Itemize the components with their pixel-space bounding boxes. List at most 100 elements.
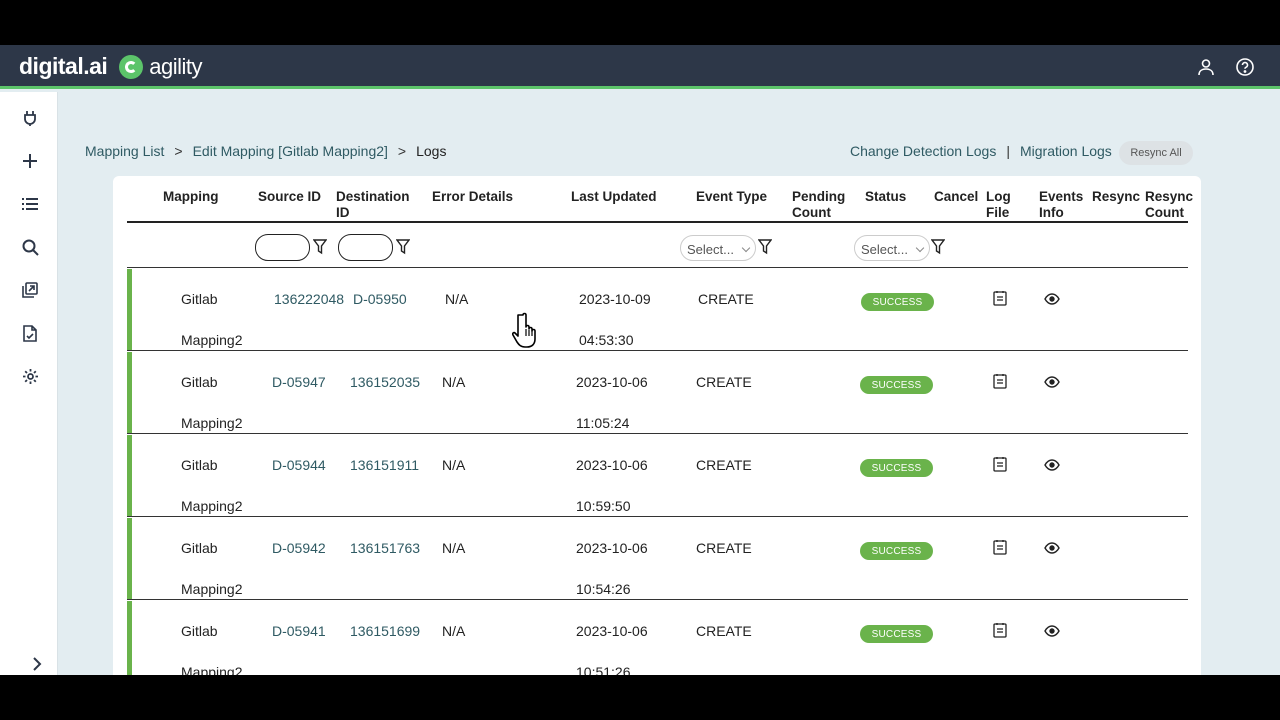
col-mapping[interactable]: Mapping bbox=[163, 189, 219, 205]
col-error-details[interactable]: Error Details bbox=[432, 189, 513, 205]
cell-source-id-link[interactable]: D-05944 bbox=[272, 457, 326, 473]
status-badge: SUCCESS bbox=[860, 376, 933, 394]
cell-source-id-link[interactable]: D-05942 bbox=[272, 540, 326, 556]
cell-source-id-link[interactable]: D-05947 bbox=[272, 374, 326, 390]
plus-icon[interactable] bbox=[19, 150, 41, 172]
cell-last-updated-time: 10:51:26 bbox=[576, 664, 631, 675]
status-select-value: Select... bbox=[861, 242, 908, 257]
search-icon[interactable] bbox=[19, 236, 41, 258]
source-id-filter-input[interactable] bbox=[255, 234, 310, 261]
destination-id-filter-input[interactable] bbox=[338, 234, 393, 261]
status-badge: SUCCESS bbox=[861, 293, 934, 311]
report-icon[interactable] bbox=[19, 322, 41, 344]
gear-icon[interactable] bbox=[19, 365, 41, 387]
row-divider bbox=[127, 350, 1188, 351]
cell-destination-id-link[interactable]: D-05950 bbox=[353, 291, 407, 307]
log-file-icon[interactable] bbox=[993, 456, 1009, 472]
app-window: digital.ai agility Mapping List > Edit M… bbox=[0, 45, 1280, 675]
event-type-select[interactable]: Select... bbox=[680, 235, 756, 261]
cell-event-type: CREATE bbox=[696, 540, 752, 556]
user-icon[interactable] bbox=[1196, 57, 1216, 77]
row-status-bar bbox=[127, 518, 132, 600]
cell-destination-id-link[interactable]: 136151911 bbox=[350, 457, 419, 473]
eye-icon[interactable] bbox=[1044, 624, 1060, 640]
cell-error-details: N/A bbox=[442, 540, 466, 556]
col-event-type[interactable]: Event Type bbox=[696, 189, 767, 205]
log-file-icon[interactable] bbox=[993, 539, 1009, 555]
status-select[interactable]: Select... bbox=[854, 235, 930, 261]
cell-mapping: Gitlab bbox=[181, 457, 218, 473]
filter-icon[interactable] bbox=[757, 239, 773, 255]
cell-destination-id-link[interactable]: 136152035 bbox=[350, 374, 420, 390]
cell-last-updated-time: 04:53:30 bbox=[579, 332, 634, 348]
cell-mapping: Mapping2 bbox=[181, 332, 243, 348]
cell-last-updated-date: 2023-10-06 bbox=[576, 623, 648, 639]
col-events-info[interactable]: Events Info bbox=[1039, 189, 1083, 221]
filter-icon[interactable] bbox=[395, 239, 411, 255]
row-divider bbox=[127, 599, 1188, 600]
col-cancel[interactable]: Cancel bbox=[934, 189, 978, 205]
filter-icon[interactable] bbox=[930, 239, 946, 255]
status-badge: SUCCESS bbox=[860, 542, 933, 560]
migrate-icon[interactable] bbox=[19, 279, 41, 301]
status-badge: SUCCESS bbox=[860, 459, 933, 477]
eye-icon[interactable] bbox=[1044, 541, 1060, 557]
status-badge: SUCCESS bbox=[860, 625, 933, 643]
log-file-icon[interactable] bbox=[993, 373, 1009, 389]
chevron-down-icon bbox=[741, 243, 751, 253]
cell-error-details: N/A bbox=[442, 457, 466, 473]
hand-cursor-icon bbox=[511, 311, 546, 349]
cell-mapping: Gitlab bbox=[181, 540, 218, 556]
cell-mapping: Gitlab bbox=[181, 374, 218, 390]
breadcrumb-edit-mapping[interactable]: Edit Mapping [Gitlab Mapping2] bbox=[193, 143, 388, 159]
plug-icon[interactable] bbox=[19, 107, 41, 129]
eye-icon[interactable] bbox=[1044, 458, 1060, 474]
cell-mapping: Mapping2 bbox=[181, 581, 243, 597]
col-source-id[interactable]: Source ID bbox=[258, 189, 321, 205]
col-resync[interactable]: Resync bbox=[1092, 189, 1140, 205]
event-type-select-value: Select... bbox=[687, 242, 734, 257]
help-icon[interactable] bbox=[1235, 57, 1255, 77]
breadcrumb-separator: > bbox=[174, 143, 183, 159]
cell-source-id-link[interactable]: D-05941 bbox=[272, 623, 326, 639]
cell-last-updated-date: 2023-10-06 bbox=[576, 457, 648, 473]
col-status[interactable]: Status bbox=[865, 189, 906, 205]
resync-all-button[interactable]: Resync All bbox=[1119, 141, 1193, 165]
row-status-bar bbox=[127, 269, 132, 351]
col-destination-id[interactable]: Destination ID bbox=[336, 189, 410, 221]
cell-mapping: Gitlab bbox=[181, 291, 218, 307]
change-detection-logs-link[interactable]: Change Detection Logs bbox=[850, 143, 996, 159]
col-resync-count[interactable]: Resync Count bbox=[1145, 189, 1193, 221]
cell-destination-id-link[interactable]: 136151763 bbox=[350, 540, 420, 556]
breadcrumb-mapping-list[interactable]: Mapping List bbox=[85, 143, 164, 159]
col-log-file[interactable]: Log File bbox=[986, 189, 1011, 221]
breadcrumb-separator: > bbox=[397, 143, 407, 159]
row-divider bbox=[127, 516, 1188, 517]
breadcrumb: Mapping List > Edit Mapping [Gitlab Mapp… bbox=[85, 143, 446, 159]
log-file-icon[interactable] bbox=[993, 290, 1009, 306]
log-file-icon[interactable] bbox=[993, 622, 1009, 638]
log-links-separator: | bbox=[1006, 143, 1010, 159]
expand-icon[interactable] bbox=[26, 653, 48, 675]
cell-event-type: CREATE bbox=[696, 457, 752, 473]
chevron-down-icon bbox=[915, 243, 925, 253]
cell-destination-id-link[interactable]: 136151699 bbox=[350, 623, 420, 639]
agility-logo-icon bbox=[119, 54, 144, 79]
cell-mapping: Gitlab bbox=[181, 623, 218, 639]
cell-last-updated-time: 11:05:24 bbox=[576, 415, 630, 431]
eye-icon[interactable] bbox=[1044, 375, 1060, 391]
cell-mapping: Mapping2 bbox=[181, 498, 243, 514]
filter-icon[interactable] bbox=[312, 239, 328, 255]
cell-last-updated-date: 2023-10-06 bbox=[576, 540, 648, 556]
col-pending-count[interactable]: Pending Count bbox=[792, 189, 845, 221]
col-last-updated[interactable]: Last Updated bbox=[571, 189, 657, 205]
eye-icon[interactable] bbox=[1044, 292, 1060, 308]
header-divider bbox=[127, 221, 1188, 223]
cell-source-id-link[interactable]: 136222048 bbox=[274, 291, 344, 307]
top-bar: digital.ai agility bbox=[0, 45, 1280, 89]
list-icon[interactable] bbox=[19, 193, 41, 215]
cell-last-updated-time: 10:54:26 bbox=[576, 581, 631, 597]
cell-mapping: Mapping2 bbox=[181, 415, 243, 431]
sidebar bbox=[0, 92, 58, 675]
migration-logs-link[interactable]: Migration Logs bbox=[1020, 143, 1112, 159]
